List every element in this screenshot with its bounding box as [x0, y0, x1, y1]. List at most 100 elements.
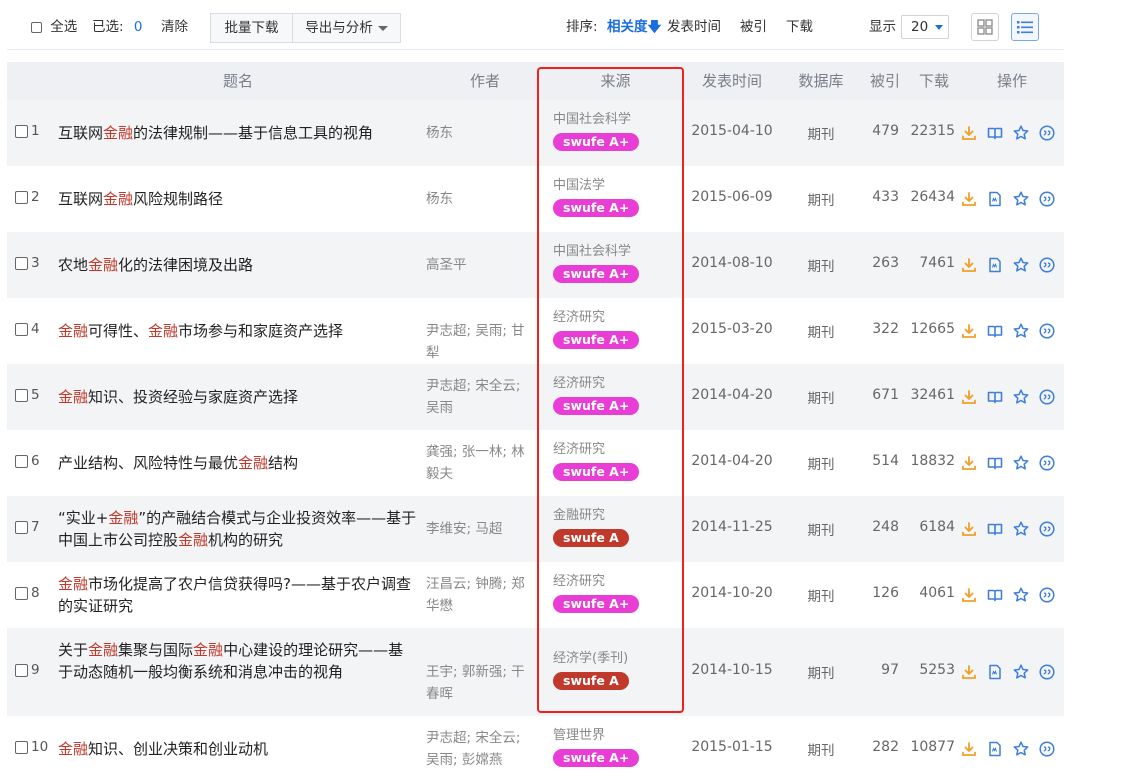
cited-count[interactable]: 479	[859, 123, 899, 139]
author-list[interactable]: 王宇; 郭新强; 干春晖	[426, 661, 538, 705]
header-date[interactable]: 发表时间	[688, 62, 776, 100]
select-all[interactable]: 全选	[31, 17, 77, 37]
select-all-checkbox[interactable]	[31, 21, 42, 33]
row-number[interactable]: 10	[15, 739, 48, 755]
paper-title-link[interactable]: 农地金融化的法律困境及出路	[58, 254, 418, 276]
swufe-rank-badge: swufe A+	[553, 749, 640, 767]
row-checkbox[interactable]	[15, 256, 28, 270]
author-list[interactable]: 龚强; 张一林; 林毅夫	[426, 441, 538, 485]
sort-relevance-label: 相关度	[607, 19, 648, 35]
publish-date: 2015-01-15	[691, 739, 773, 755]
row-number[interactable]: 5	[15, 387, 40, 403]
download-count: 4061	[919, 585, 955, 601]
paper-title-link[interactable]: 互联网金融的法律规制——基于信息工具的视角	[58, 122, 418, 144]
grid-icon	[977, 19, 993, 35]
paper-title-link[interactable]: 互联网金融风险规制路径	[58, 188, 418, 210]
publish-date: 2014-04-20	[691, 453, 773, 469]
download-count: 12665	[910, 321, 955, 337]
sort-download[interactable]: 下载	[786, 17, 813, 37]
author-list[interactable]: 杨东	[426, 188, 538, 210]
sort-relevance[interactable]: 相关度🡇	[607, 17, 661, 37]
list-icon	[1017, 21, 1033, 34]
row-checkbox[interactable]	[15, 190, 28, 204]
paper-title-link[interactable]: 金融市场化提高了农户信贷获得吗?——基于农户调查的实证研究	[58, 573, 418, 617]
database-type: 期刊	[807, 457, 835, 473]
publish-date: 2014-10-15	[691, 662, 773, 678]
author-list[interactable]: 李维安; 马超	[426, 518, 538, 540]
author-list[interactable]: 杨东	[426, 122, 538, 144]
header-database[interactable]: 数据库	[789, 62, 853, 100]
row-number[interactable]: 9	[15, 662, 40, 678]
cited-count[interactable]: 671	[859, 387, 899, 403]
row-checkbox[interactable]	[15, 520, 28, 534]
author-list[interactable]: 尹志超; 宋全云; 吴雨	[426, 375, 538, 419]
download-count: 5253	[919, 662, 955, 678]
download-count: 26434	[910, 189, 955, 205]
row-index: 6	[31, 453, 40, 469]
row-checkbox[interactable]	[15, 454, 28, 468]
sort-cited[interactable]: 被引	[740, 17, 767, 37]
header-author[interactable]: 作者	[426, 62, 544, 100]
row-index: 1	[31, 123, 40, 139]
row-number[interactable]: 6	[15, 453, 40, 469]
toolbar: 全选 已选: 0 清除 批量下载 导出与分析 排序: 相关度🡇 发表时间 被引 …	[7, 5, 1064, 50]
download-count: 10877	[910, 739, 955, 755]
row-index: 4	[31, 321, 40, 337]
database-type: 期刊	[807, 325, 835, 341]
selected-label: 已选:	[92, 19, 124, 35]
paper-title-link[interactable]: 金融知识、投资经验与家庭资产选择	[58, 386, 418, 408]
sort-date[interactable]: 发表时间	[667, 17, 721, 37]
row-number[interactable]: 3	[15, 255, 40, 271]
row-number[interactable]: 4	[15, 321, 40, 337]
row-checkbox[interactable]	[15, 124, 28, 138]
paper-title-link[interactable]: 关于金融集聚与国际金融中心建设的理论研究——基于动态随机一般均衡系统和消息冲击的…	[58, 639, 418, 683]
author-list[interactable]: 尹志超; 宋全云; 吴雨; 彭嫦燕	[426, 727, 538, 771]
clear-link[interactable]: 清除	[161, 17, 188, 37]
paper-title-link[interactable]: 金融可得性、金融市场参与和家庭资产选择	[58, 320, 418, 342]
table-row: 4 金融可得性、金融市场参与和家庭资产选择 尹志超; 吴雨; 甘犁 经济研究 swufe…	[7, 298, 1064, 364]
cited-count[interactable]: 248	[859, 519, 899, 535]
author-list[interactable]: 尹志超; 吴雨; 甘犁	[426, 320, 538, 364]
row-index: 10	[31, 739, 49, 755]
row-checkbox[interactable]	[15, 663, 28, 677]
row-number[interactable]: 2	[15, 189, 40, 205]
cited-count[interactable]: 433	[859, 189, 899, 205]
database-type: 期刊	[807, 193, 835, 209]
cited-count[interactable]: 282	[859, 739, 899, 755]
cited-count[interactable]: 263	[859, 255, 899, 271]
row-checkbox[interactable]	[15, 586, 28, 600]
cited-count[interactable]: 97	[859, 662, 899, 678]
selected-count-area: 已选: 0	[92, 17, 142, 37]
paper-title-link[interactable]: 产业结构、风险特性与最优金融结构	[58, 452, 418, 474]
row-number[interactable]: 8	[15, 585, 40, 601]
batch-download-button[interactable]: 批量下载	[210, 13, 293, 43]
cited-count[interactable]: 126	[859, 585, 899, 601]
row-checkbox[interactable]	[15, 322, 28, 336]
export-analyze-dropdown[interactable]: 导出与分析	[292, 13, 401, 43]
row-number[interactable]: 7	[15, 519, 40, 535]
header-title[interactable]: 题名	[58, 62, 418, 100]
cited-count[interactable]: 514	[859, 453, 899, 469]
publish-date: 2014-04-20	[691, 387, 773, 403]
header-downloads[interactable]: 下载	[911, 62, 957, 100]
paper-title-link[interactable]: “实业+金融”的产融结合模式与企业投资效率——基于中国上市公司控股金融机构的研究	[58, 507, 418, 551]
sort-label: 排序:	[566, 19, 598, 35]
download-count: 18832	[910, 453, 955, 469]
row-checkbox[interactable]	[15, 740, 28, 754]
row-number[interactable]: 1	[15, 123, 40, 139]
author-list[interactable]: 高圣平	[426, 254, 538, 276]
source-journal-link[interactable]: 管理世界	[553, 727, 683, 745]
paper-title-link[interactable]: 金融知识、创业决策和创业动机	[58, 738, 418, 760]
table-row: 8 金融市场化提高了农户信贷获得吗?——基于农户调查的实证研究 汪昌云; 钟腾; 郑…	[7, 562, 1064, 628]
selected-count: 0	[133, 19, 143, 35]
author-list[interactable]: 汪昌云; 钟腾; 郑华懋	[426, 573, 538, 617]
table-row: 6 产业结构、风险特性与最优金融结构 龚强; 张一林; 林毅夫 经济研究 swufe A…	[7, 430, 1064, 496]
grid-view-button[interactable]	[971, 13, 999, 41]
cited-count[interactable]: 322	[859, 321, 899, 337]
list-view-button[interactable]	[1011, 13, 1039, 41]
header-cited[interactable]: 被引	[863, 62, 907, 100]
table-row: 7 “实业+金融”的产融结合模式与企业投资效率——基于中国上市公司控股金融机构的研…	[7, 496, 1064, 562]
row-checkbox[interactable]	[15, 388, 28, 402]
page-size-select[interactable]: 20	[901, 15, 949, 39]
publish-date: 2014-10-20	[691, 585, 773, 601]
